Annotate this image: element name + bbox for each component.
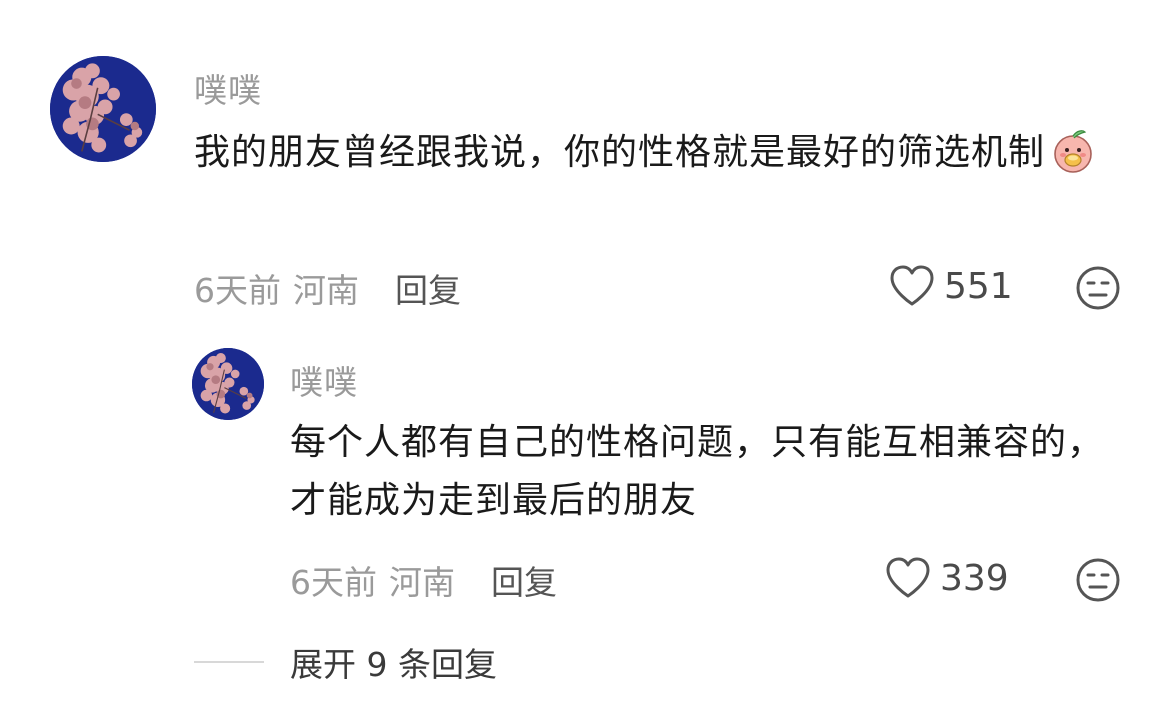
reply-like-button[interactable]: 339 bbox=[884, 556, 1009, 600]
cherry-blossom-avatar-image bbox=[192, 348, 264, 420]
comment-meta: 6天前 河南 回复 bbox=[194, 264, 461, 312]
comment-time: 6天前 bbox=[194, 271, 281, 310]
reply-like-count: 339 bbox=[940, 557, 1009, 599]
comment-location: 河南 bbox=[293, 271, 359, 310]
reply-avatar[interactable] bbox=[192, 348, 264, 420]
reply-reply-button[interactable]: 回复 bbox=[491, 556, 557, 604]
comment-like-count: 551 bbox=[944, 265, 1013, 307]
reply-meta: 6天前 河南 回复 bbox=[290, 556, 557, 604]
neutral-face-icon bbox=[1076, 558, 1120, 602]
reply-text: 每个人都有自己的性格问题，只有能互相兼容的，才能成为走到最后的朋友 bbox=[290, 422, 1105, 521]
comment-username[interactable]: 噗噗 bbox=[194, 64, 262, 112]
heart-icon bbox=[886, 557, 930, 598]
expand-divider-line bbox=[194, 661, 264, 663]
comment-reply-button[interactable]: 回复 bbox=[395, 264, 461, 312]
reply-dislike-button[interactable] bbox=[1074, 556, 1122, 608]
expand-replies-label: 展开 9 条回复 bbox=[290, 645, 497, 684]
comment-text-body: 我的朋友曾经跟我说，你的性格就是最好的筛选机制 bbox=[194, 132, 1046, 173]
expand-replies-button[interactable]: 展开 9 条回复 bbox=[194, 638, 497, 686]
reply-time: 6天前 bbox=[290, 563, 377, 602]
comment-avatar[interactable] bbox=[50, 56, 156, 162]
reply-username[interactable]: 噗噗 bbox=[290, 356, 358, 404]
heart-icon bbox=[890, 265, 934, 306]
comment-dislike-button[interactable] bbox=[1074, 264, 1122, 316]
neutral-face-icon bbox=[1076, 266, 1120, 310]
peach-holding-food-icon bbox=[1049, 126, 1097, 174]
cherry-blossom-avatar-image bbox=[50, 56, 156, 162]
comment-text: 我的朋友曾经跟我说，你的性格就是最好的筛选机制 bbox=[194, 124, 1124, 182]
comment-like-button[interactable]: 551 bbox=[888, 264, 1013, 308]
reply-location: 河南 bbox=[389, 563, 455, 602]
